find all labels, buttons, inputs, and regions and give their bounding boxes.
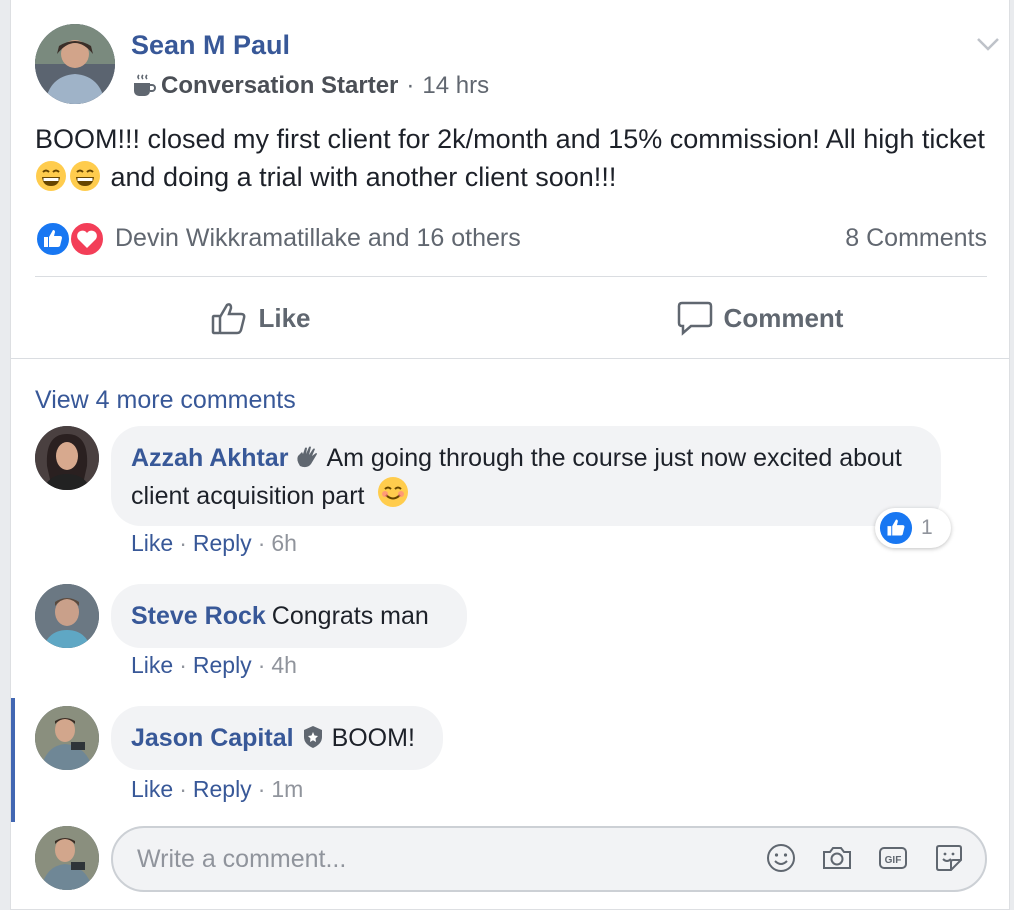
smiling-emoji-icon: [378, 477, 409, 507]
separator-dot: ·: [406, 72, 415, 99]
comments-count[interactable]: 8 Comments: [845, 224, 987, 253]
view-more-comments-link[interactable]: View 4 more comments: [35, 386, 296, 415]
like-label: Like: [258, 302, 311, 333]
gif-icon[interactable]: GIF: [877, 842, 909, 874]
comment-time[interactable]: 6h: [271, 530, 297, 556]
camera-icon[interactable]: [821, 842, 853, 874]
comment-label: Comment: [723, 302, 844, 333]
comment-like-link[interactable]: Like: [131, 652, 173, 678]
comment-like-link[interactable]: Like: [131, 776, 173, 802]
emoji-picker-icon[interactable]: [765, 842, 797, 874]
commenter-avatar[interactable]: [35, 706, 99, 770]
author-avatar[interactable]: [35, 24, 115, 104]
comment-time[interactable]: 1m: [271, 776, 303, 802]
comment-item: Azzah Akhtar Am going through the course …: [35, 426, 975, 566]
comment-bubble-icon: [677, 301, 712, 336]
comment-item: Jason Capital BOOM! Like · Reply · 1m: [35, 706, 975, 806]
post-time[interactable]: 14 hrs: [422, 72, 489, 100]
love-reaction-icon: [69, 221, 105, 257]
commenter-name[interactable]: Azzah Akhtar: [131, 444, 288, 472]
sticker-icon[interactable]: [933, 842, 965, 874]
composer-tools: GIF: [765, 842, 965, 874]
comment-bubble: Steve Rock Congrats man: [111, 584, 467, 648]
post-text: BOOM!!! closed my first client for 2k/mo…: [35, 120, 995, 196]
comment-text: BOOM!: [331, 724, 415, 752]
post-text-part2: and doing a trial with another client so…: [103, 162, 617, 192]
reactors-text[interactable]: Devin Wikkramatillake and 16 others: [115, 224, 521, 253]
comment-button[interactable]: Comment: [510, 277, 1009, 359]
badge-label[interactable]: Conversation Starter: [161, 72, 398, 100]
post-header: Sean M Paul Conversation Starter · 14 hr…: [35, 24, 999, 104]
like-reaction-icon: [879, 511, 913, 545]
reactions-row: Devin Wikkramatillake and 16 others 8 Co…: [35, 218, 987, 258]
commenter-name[interactable]: Steve Rock: [131, 602, 266, 630]
reaction-icons[interactable]: [35, 219, 111, 257]
like-button[interactable]: Like: [11, 277, 510, 359]
comment-input-placeholder: Write a comment...: [137, 844, 347, 873]
wave-hand-icon: [297, 446, 318, 468]
comment-bubble: Azzah Akhtar Am going through the course …: [111, 426, 941, 526]
comment-actions: Like · Reply · 4h: [131, 652, 297, 678]
coffee-cup-icon: [134, 74, 156, 96]
post-text-part1: BOOM!!! closed my first client for 2k/mo…: [35, 124, 985, 154]
commenter-avatar[interactable]: [35, 426, 99, 490]
comment-like-link[interactable]: Like: [131, 530, 173, 556]
current-user-avatar: [35, 826, 99, 890]
comment-time[interactable]: 4h: [271, 652, 297, 678]
reaction-count: 1: [921, 516, 933, 539]
like-reaction-icon: [35, 221, 71, 257]
commenter-avatar[interactable]: [35, 584, 99, 648]
comment-actions: Like · Reply · 1m: [131, 776, 304, 802]
post-meta: Conversation Starter · 14 hrs: [131, 72, 489, 100]
grinning-emoji-icon: [36, 161, 66, 191]
comment-bubble: Jason Capital BOOM!: [111, 706, 443, 770]
comment-reply-link[interactable]: Reply: [193, 652, 252, 678]
comment-item: Steve Rock Congrats man Like · Reply · 4h: [35, 584, 975, 684]
comment-composer: Write a comment... GIF: [35, 826, 987, 894]
post-actions: Like Comment: [11, 277, 1009, 359]
svg-text:GIF: GIF: [885, 855, 902, 866]
author-name[interactable]: Sean M Paul: [131, 30, 290, 61]
thumbs-up-icon: [212, 303, 246, 335]
chevron-down-icon[interactable]: [975, 34, 1001, 54]
divider: [11, 358, 1009, 359]
comment-reply-link[interactable]: Reply: [193, 530, 252, 556]
comment-reaction-count[interactable]: 1: [875, 508, 951, 548]
post-card: Sean M Paul Conversation Starter · 14 hr…: [10, 0, 1010, 910]
grinning-emoji-icon: [70, 161, 100, 191]
shield-badge-icon: [303, 726, 322, 748]
new-comment-highlight: [11, 698, 15, 822]
commenter-name[interactable]: Jason Capital: [131, 724, 294, 752]
comment-reply-link[interactable]: Reply: [193, 776, 252, 802]
comment-input[interactable]: Write a comment... GIF: [111, 826, 987, 892]
comment-text: Congrats man: [271, 602, 429, 630]
comment-actions: Like · Reply · 6h: [131, 530, 297, 556]
